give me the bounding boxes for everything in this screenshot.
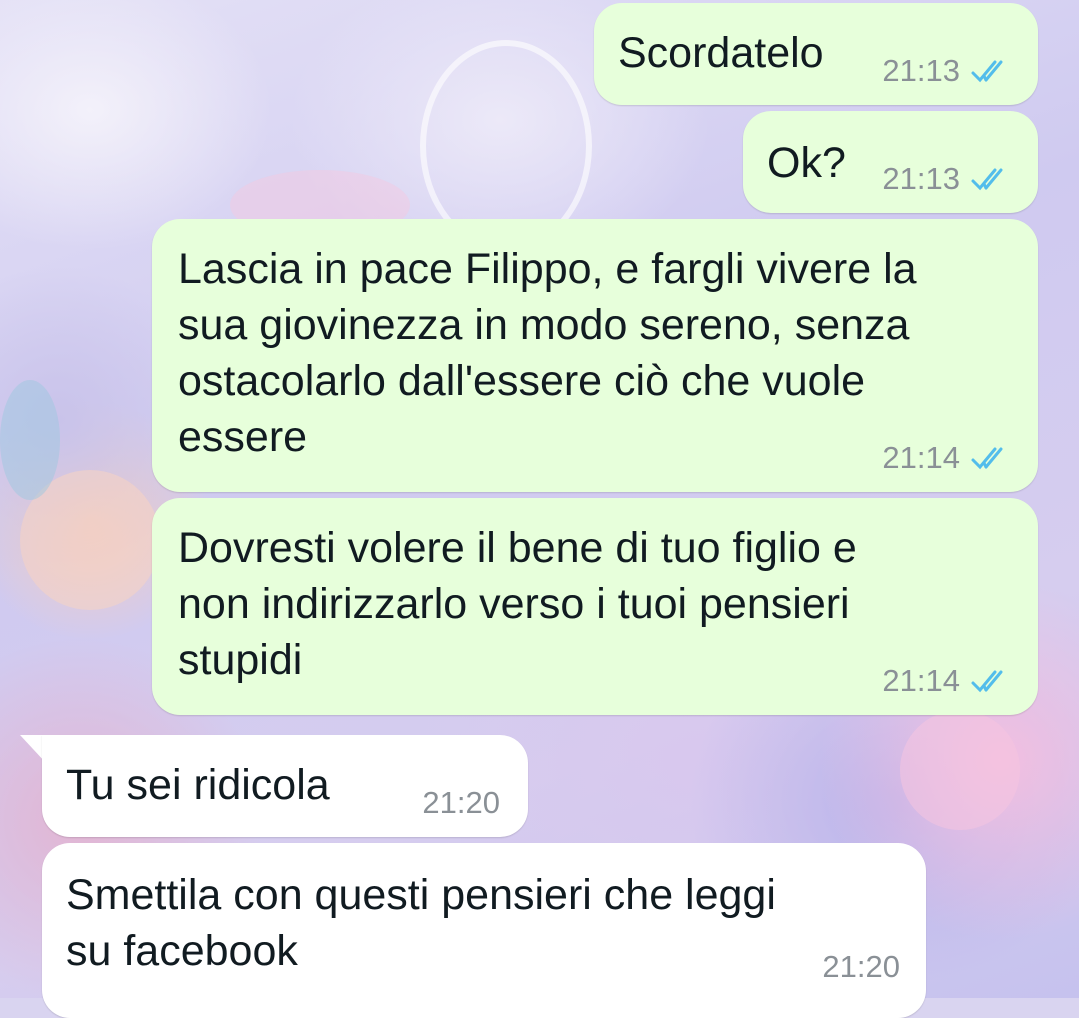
wallpaper-flower [900, 710, 1020, 830]
message-text: Dovresti volere il bene di tuo figlio e … [178, 524, 857, 684]
outgoing-message[interactable]: Ok? 21:13 [743, 111, 1038, 213]
message-meta: 21:13 [882, 53, 1014, 89]
incoming-message[interactable]: Smettila con questi pensieri che leggi s… [42, 843, 926, 1018]
read-double-check-icon [971, 447, 1003, 470]
incoming-message[interactable]: Tu sei ridicola 21:20 [42, 735, 528, 837]
outgoing-message[interactable]: Lascia in pace Filippo, e fargli vivere … [152, 219, 1038, 492]
read-double-check-icon [971, 670, 1003, 693]
message-text: Scordatelo [618, 29, 824, 77]
message-time: 21:13 [882, 161, 960, 196]
message-text: Smettila con questi pensieri che leggi s… [66, 871, 776, 975]
message-time: 21:14 [882, 663, 960, 698]
message-text: Tu sei ridicola [66, 761, 330, 809]
read-double-check-icon [971, 168, 1003, 191]
message-meta: 21:13 [882, 161, 1014, 197]
message-meta: 21:20 [422, 785, 500, 821]
message-text: Lascia in pace Filippo, e fargli vivere … [178, 245, 917, 461]
message-time: 21:20 [822, 949, 900, 984]
outgoing-message[interactable]: Dovresti volere il bene di tuo figlio e … [152, 498, 1038, 715]
message-time: 21:14 [882, 440, 960, 475]
message-meta: 21:14 [882, 440, 1014, 476]
message-meta: 21:14 [882, 663, 1014, 699]
message-text: Ok? [767, 139, 846, 187]
outgoing-message[interactable]: Scordatelo 21:13 [594, 3, 1038, 105]
wallpaper-leaf [0, 380, 60, 500]
message-meta: 21:20 [822, 949, 900, 985]
message-time: 21:13 [882, 53, 960, 88]
read-double-check-icon [971, 60, 1003, 83]
message-time: 21:20 [422, 785, 500, 820]
